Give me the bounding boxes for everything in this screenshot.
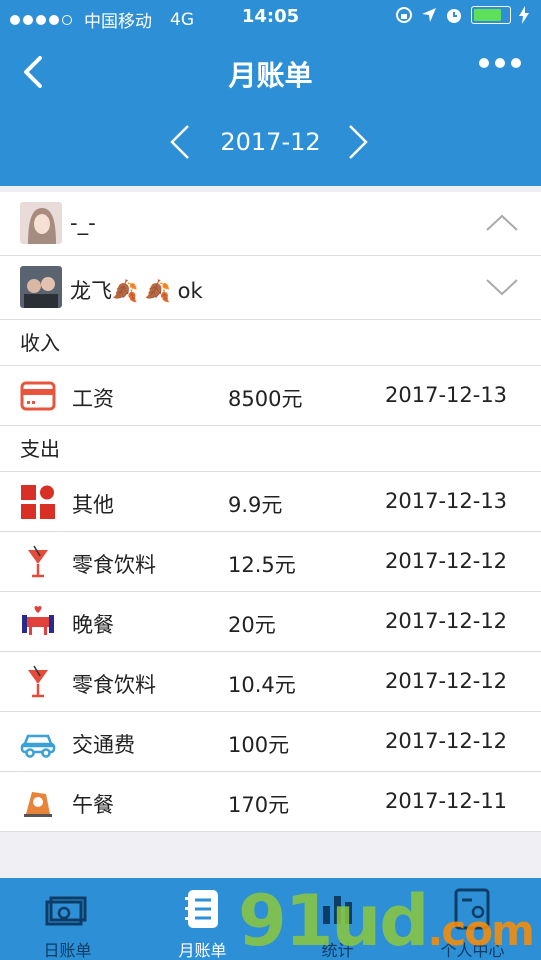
navigation-bar: 月账单 xyxy=(0,44,541,98)
dinner-table-icon xyxy=(22,605,54,635)
item-amount: 8500元 xyxy=(228,387,303,411)
tab-daily-bill[interactable]: 日账单 xyxy=(0,878,135,960)
item-amount: 170元 xyxy=(228,793,290,817)
cash-icon xyxy=(45,896,87,926)
avatar xyxy=(20,266,62,308)
lunch-icon xyxy=(24,792,52,817)
item-amount: 9.9元 xyxy=(228,493,283,517)
month-label: 2017-12 xyxy=(220,128,321,156)
tab-label: 日账单 xyxy=(43,941,92,960)
item-category: 其他 xyxy=(72,493,114,517)
location-icon xyxy=(422,8,436,22)
wallet-icon xyxy=(20,381,56,411)
watermark-suffix: .com xyxy=(427,906,534,955)
car-icon xyxy=(20,734,56,758)
item-amount: 20元 xyxy=(228,613,276,637)
list-item[interactable]: 其他 9.9元 2017-12-13 xyxy=(0,472,541,532)
item-amount: 12.5元 xyxy=(228,553,296,577)
user-row[interactable]: -_- xyxy=(0,192,541,256)
item-category: 工资 xyxy=(72,387,114,411)
page-title: 月账单 xyxy=(228,59,313,92)
chevron-down-icon[interactable] xyxy=(485,274,519,300)
item-amount: 100元 xyxy=(228,733,290,757)
more-icon[interactable] xyxy=(479,58,521,68)
grid-other-icon xyxy=(21,485,55,519)
item-date: 2017-12-12 xyxy=(385,669,508,693)
alarm-icon xyxy=(447,9,461,23)
header: 中国移动 4G 14:05 月账单 2017-12 xyxy=(0,0,541,186)
status-right xyxy=(395,6,529,24)
list-item[interactable]: 零食饮料 10.4元 2017-12-12 xyxy=(0,652,541,712)
cocktail-icon xyxy=(28,545,48,578)
month-selector: 2017-12 xyxy=(0,118,541,166)
item-category: 午餐 xyxy=(72,793,114,817)
item-date: 2017-12-13 xyxy=(385,383,508,407)
item-category: 零食饮料 xyxy=(72,673,156,697)
watermark-logo: 91ud.com xyxy=(238,880,535,960)
watermark-main: 91ud xyxy=(238,880,429,960)
next-month-icon[interactable] xyxy=(344,122,372,162)
item-category: 零食饮料 xyxy=(72,553,156,577)
item-date: 2017-12-12 xyxy=(385,729,508,753)
list-item[interactable]: 午餐 170元 2017-12-11 xyxy=(0,772,541,832)
list-item[interactable]: 工资 8500元 2017-12-13 xyxy=(0,366,541,426)
charging-icon xyxy=(519,6,529,24)
item-date: 2017-12-12 xyxy=(385,609,508,633)
item-amount: 10.4元 xyxy=(228,673,296,697)
notebook-icon xyxy=(185,890,218,928)
item-date: 2017-12-12 xyxy=(385,549,508,573)
status-bar: 中国移动 4G 14:05 xyxy=(0,0,541,34)
item-category: 晚餐 xyxy=(72,613,114,637)
income-section-label: 收入 xyxy=(0,320,541,366)
expense-section-label: 支出 xyxy=(0,426,541,472)
user-name: -_- xyxy=(70,211,96,235)
avatar xyxy=(20,202,62,244)
list-item[interactable]: 交通费 100元 2017-12-12 xyxy=(0,712,541,772)
list-item[interactable]: 晚餐 20元 2017-12-12 xyxy=(0,592,541,652)
battery-icon xyxy=(471,6,511,24)
chevron-up-icon[interactable] xyxy=(485,210,519,236)
item-date: 2017-12-13 xyxy=(385,489,508,513)
bill-content: -_- 龙飞🍂 🍂 ok 收入 工资 8500元 2017-12-13 支出 其… xyxy=(0,192,541,832)
rotation-lock-icon xyxy=(396,7,412,23)
item-category: 交通费 xyxy=(72,733,135,757)
item-date: 2017-12-11 xyxy=(385,789,508,813)
list-item[interactable]: 零食饮料 12.5元 2017-12-12 xyxy=(0,532,541,592)
user-name: 龙飞🍂 🍂 ok xyxy=(70,279,203,303)
user-row[interactable]: 龙飞🍂 🍂 ok xyxy=(0,256,541,320)
cocktail-icon xyxy=(28,665,48,698)
